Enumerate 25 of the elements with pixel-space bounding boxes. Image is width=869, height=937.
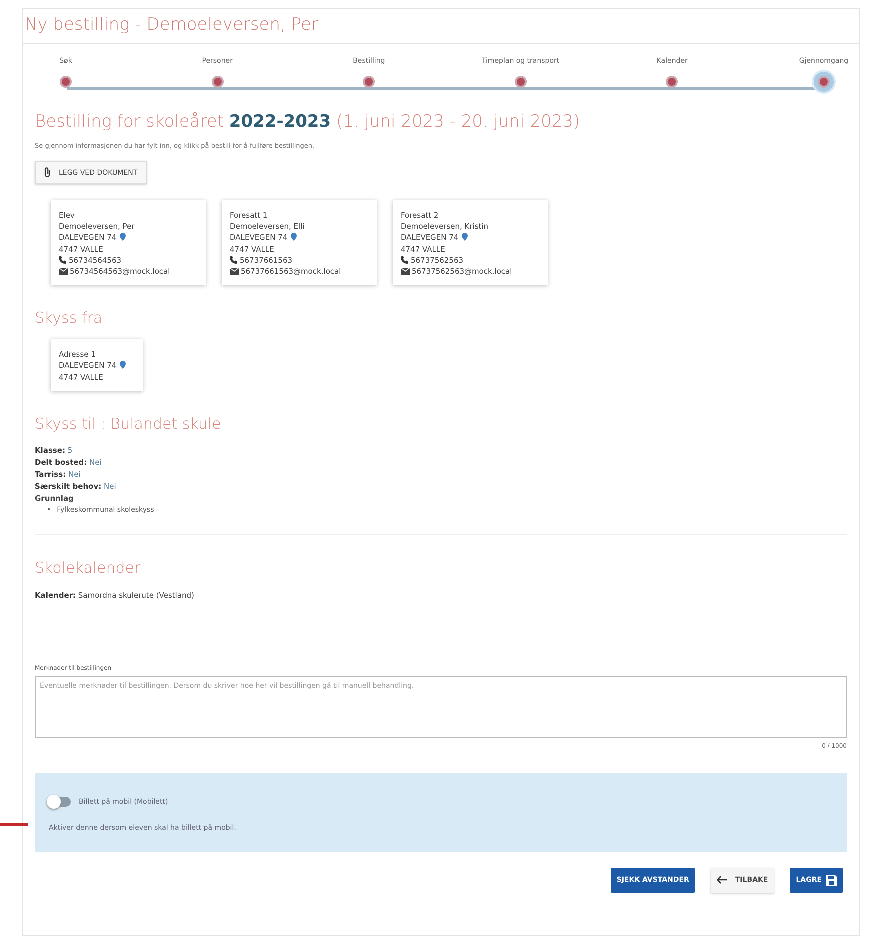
step-dot[interactable] [212, 76, 224, 88]
page-title: Ny bestilling - Demoeleversen, Per [23, 8, 859, 44]
map-pin-icon [120, 233, 126, 242]
step-dot[interactable] [514, 76, 527, 88]
envelope-icon [59, 268, 68, 275]
section-heading: Skyss fra [35, 308, 104, 329]
step-dot[interactable] [363, 76, 376, 88]
map-pin-icon [290, 233, 297, 242]
step-dot[interactable] [666, 76, 678, 88]
step-dot[interactable] [60, 76, 72, 88]
envelope-icon [401, 268, 410, 275]
save-icon [826, 874, 837, 886]
phone-icon [230, 256, 238, 264]
order-heading: Bestilling for skoleåret 2022-2023 (1. juni 2023 - 20. juni 2023) [35, 111, 582, 134]
paperclip-icon [44, 167, 51, 178]
phone-icon [401, 256, 409, 264]
section-heading: Skolekalender [35, 558, 142, 580]
annotation-line [0, 823, 28, 826]
phone-icon [59, 256, 67, 264]
map-pin-icon [120, 361, 126, 370]
arrow-left-icon [717, 876, 728, 884]
envelope-icon [230, 268, 239, 275]
map-pin-icon [462, 233, 468, 242]
toggle-switch[interactable] [49, 797, 71, 808]
section-heading: Skyss til : Bulandet skule [35, 414, 222, 435]
